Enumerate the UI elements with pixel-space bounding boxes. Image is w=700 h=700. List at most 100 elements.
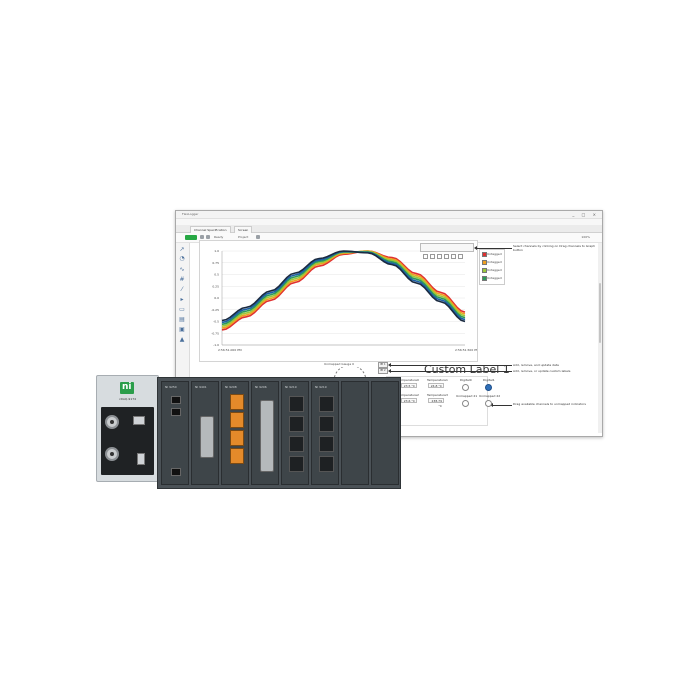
sine-chart: 1.00.750.50.250.0-0.25-0.5-0.75-1.02:56:…: [211, 249, 479, 352]
indicator-label: Digital0: [460, 378, 472, 382]
spring-terminal-icon: [230, 448, 244, 464]
module-slot-2: NI 9401: [191, 381, 219, 485]
numeric-display: 238.79 °C: [428, 398, 444, 408]
cdaq-chassis: NI 9250 NI 9401 NI 9208 NI 9206 NI 9219 …: [157, 377, 401, 489]
numeric-display: 23.5 °C: [401, 383, 417, 388]
module-slot-7-empty: [341, 381, 369, 485]
graph-legend: Untagged Untagged Untagged Untagged: [479, 249, 505, 285]
annotation-text: Add, remove, and update data: [513, 363, 559, 367]
custom-label: Custom Label 1: [424, 363, 510, 376]
settings-icon[interactable]: [256, 235, 260, 239]
led-indicator: [462, 400, 469, 407]
terminal-block-icon: [289, 416, 304, 432]
switch-tool-icon[interactable]: ▸: [179, 297, 185, 303]
button-2[interactable]: Bt 2: [378, 368, 388, 374]
window-title: FlexLogger: [182, 212, 199, 216]
annotation-text: Add, remove, or update custom labels: [513, 369, 571, 373]
scroll-thumb[interactable]: [599, 283, 601, 343]
window-controls[interactable]: _ □ ×: [572, 211, 599, 218]
image-tool-icon[interactable]: ▣: [179, 327, 185, 333]
graph-tool-icon[interactable]: ∿: [179, 267, 185, 273]
y-tick-label: 1.0: [214, 249, 219, 253]
dsub-connector-icon: [200, 416, 214, 458]
module-slot-8-empty: [371, 381, 399, 485]
record-icon[interactable]: [206, 235, 210, 239]
undo-zoom-icon[interactable]: [451, 254, 456, 259]
tab-screen[interactable]: Screen: [234, 226, 253, 233]
numeric-label: Temperature2: [398, 393, 419, 397]
terminal-block-icon: [289, 436, 304, 452]
indicator-label: Unmapped 21: [456, 394, 478, 398]
pause-icon[interactable]: [423, 254, 428, 259]
tab-channel-specification[interactable]: Channel Specification: [190, 226, 231, 233]
legend-label: Untagged: [487, 252, 502, 256]
legend-item[interactable]: Untagged: [480, 258, 504, 266]
terminal-block-icon: [319, 436, 334, 452]
module-label: NI 9206: [255, 385, 267, 389]
module-label: NI 9219: [285, 385, 297, 389]
legend-item[interactable]: Untagged: [480, 250, 504, 258]
zoom-icon[interactable]: [437, 254, 442, 259]
x-tick-label: 2:56:51.000 PM: [218, 348, 242, 352]
annotation-text: Select channels by clicking on Drag chan…: [513, 244, 596, 252]
module-label: NI 9401: [195, 385, 207, 389]
controller-front-panel: [101, 407, 154, 475]
title-bar: FlexLogger _ □ ×: [176, 211, 602, 219]
bnc-connector-icon: [105, 447, 119, 461]
numeric-label: Temperature3: [427, 393, 448, 397]
annotation-arrow: [474, 246, 512, 250]
legend-item[interactable]: Untagged: [480, 274, 504, 282]
module-label: NI 9219: [315, 385, 327, 389]
terminal-block-icon: [319, 456, 334, 472]
ni-logo-icon: [120, 382, 134, 394]
numeric-label: Temperature0: [398, 378, 419, 382]
legend-label: Untagged: [487, 276, 502, 280]
module-slot-4: NI 9206: [251, 381, 279, 485]
dsub-connector-icon: [260, 400, 274, 472]
legend-item[interactable]: Untagged: [480, 266, 504, 274]
spring-terminal-icon: [230, 430, 244, 446]
pan-icon[interactable]: [444, 254, 449, 259]
y-tick-label: -1.0: [213, 343, 219, 347]
tab-bar: Channel Specification Screen: [176, 225, 602, 233]
terminal-block-icon: [319, 396, 334, 412]
scale-tool-icon[interactable]: ⁄: [179, 287, 185, 293]
module-slot-1: NI 9250: [161, 381, 189, 485]
stop-icon[interactable]: [200, 235, 204, 239]
led-indicator: [462, 384, 469, 391]
gauge-title: Unmapped Gauge 0: [324, 362, 355, 366]
x-tick-label: 2:56:51.500 PM: [455, 348, 477, 352]
numeric-label: Temperature1: [427, 378, 448, 382]
module-label: NI 9250: [165, 385, 177, 389]
legend-label: Untagged: [487, 260, 502, 264]
shapes-tool-icon[interactable]: ▲: [179, 337, 185, 343]
bnc-connector-icon: [105, 415, 119, 429]
module-label: NI 9208: [225, 385, 237, 389]
led-indicator: [485, 384, 492, 391]
vertical-scrollbar[interactable]: [598, 243, 602, 433]
spring-terminal-icon: [230, 394, 244, 410]
pointer-icon[interactable]: ↗: [179, 247, 185, 253]
controller-model: cDAQ-9174: [119, 397, 137, 401]
rj45-port-icon: [171, 468, 181, 476]
cursor-icon[interactable]: [430, 254, 435, 259]
run-button[interactable]: RUN: [185, 235, 197, 251]
gauge-tool-icon[interactable]: ◔: [179, 256, 185, 262]
module-slot-5: NI 9219: [281, 381, 309, 485]
y-tick-label: 0.75: [212, 261, 219, 265]
power-connector-icon: [137, 453, 145, 465]
terminal-block-icon: [319, 416, 334, 432]
y-tick-label: 0.5: [214, 273, 219, 277]
y-tick-label: -0.25: [211, 308, 219, 312]
y-tick-label: 0.25: [212, 284, 219, 288]
numeric-display: 23.6 °C: [401, 398, 417, 403]
fit-icon[interactable]: [458, 254, 463, 259]
zoom-level[interactable]: 100%: [581, 235, 590, 240]
indicator-label: Digital1: [483, 378, 495, 382]
numeric-tool-icon[interactable]: #: [179, 277, 185, 283]
button-tool-icon[interactable]: ▭: [179, 307, 185, 313]
spring-terminal-icon: [230, 412, 244, 428]
chart-tool-icon[interactable]: ▤: [179, 317, 185, 323]
indicator-label: Unmapped 22: [479, 394, 501, 398]
graph-toolbar: [420, 243, 474, 259]
